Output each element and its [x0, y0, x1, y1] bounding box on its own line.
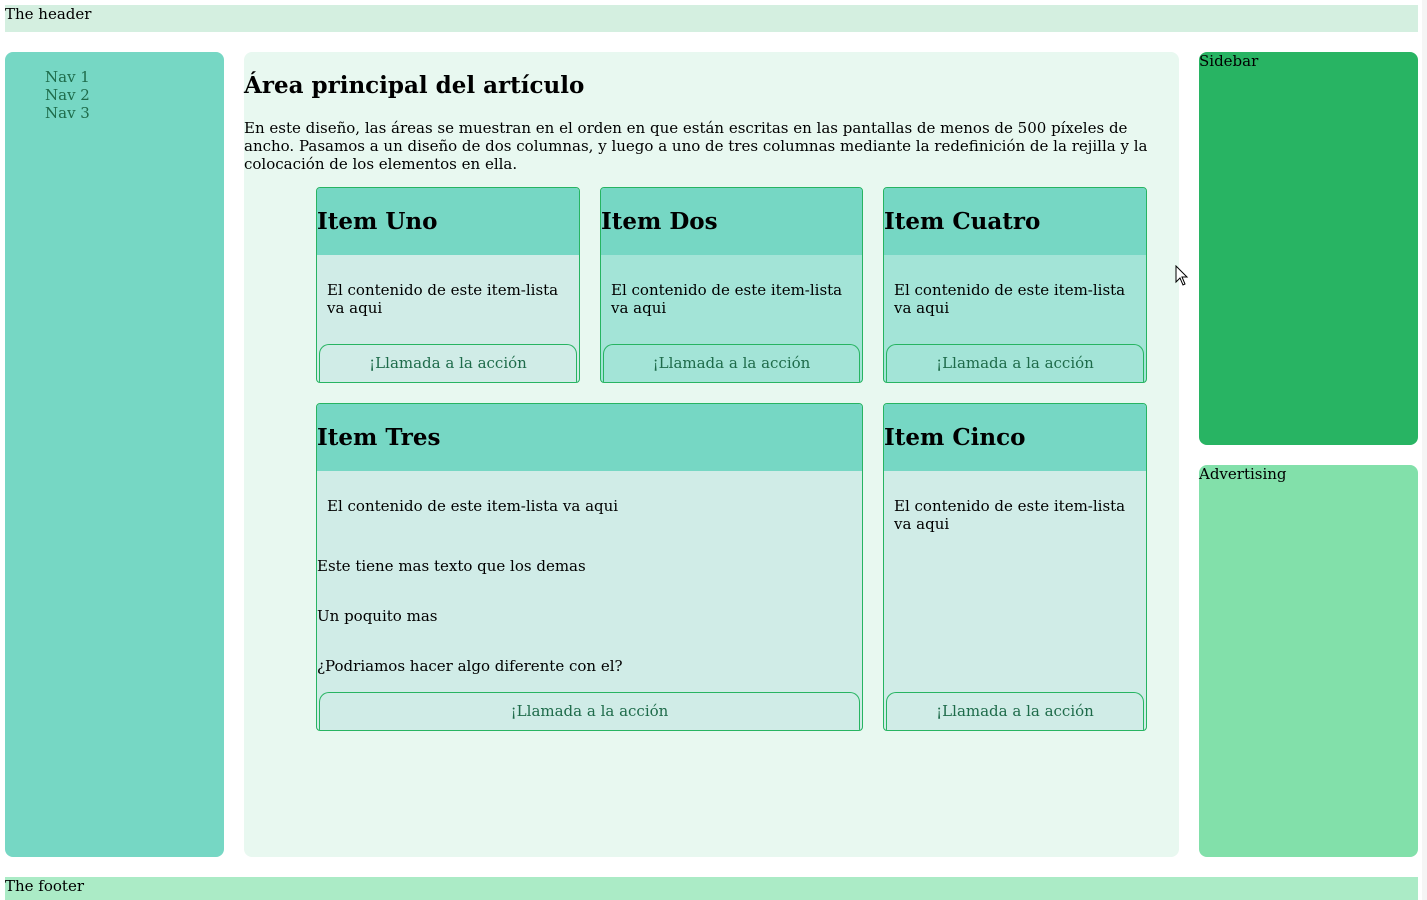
page-footer: The footer — [5, 877, 1418, 900]
call-to-action-button[interactable]: ¡Llamada a la acción — [319, 692, 860, 730]
card-body: El contenido de este item-lista va aqui — [894, 281, 1126, 317]
card-header: Item Cinco — [884, 404, 1146, 471]
sidebar: Sidebar — [1199, 52, 1418, 445]
card-title: Item Tres — [317, 424, 441, 451]
card-title: Item Uno — [317, 208, 438, 235]
card-extra-text: Este tiene mas texto que los demas — [317, 557, 586, 575]
advertising-label: Advertising — [1199, 465, 1287, 483]
card-item-cinco: Item Cinco El contenido de este item-lis… — [883, 403, 1147, 731]
call-to-action-button[interactable]: ¡Llamada a la acción — [886, 692, 1144, 730]
article-area: Área principal del artículo En este dise… — [244, 52, 1179, 857]
card-body: El contenido de este item-lista va aqui — [611, 281, 843, 317]
header-label: The header — [5, 5, 92, 23]
advertising-panel: Advertising — [1199, 465, 1418, 857]
card-title: Item Dos — [601, 208, 718, 235]
article-title: Área principal del artículo — [244, 72, 585, 99]
call-to-action-button[interactable]: ¡Llamada a la acción — [603, 344, 860, 382]
card-body: El contenido de este item-lista va aqui — [327, 281, 559, 317]
main-nav: Nav 1 Nav 2 Nav 3 — [5, 52, 224, 857]
page-header: The header — [5, 5, 1418, 32]
card-item-tres: Item Tres El contenido de este item-list… — [316, 403, 863, 731]
card-header: Item Dos — [601, 188, 862, 255]
nav-item-3[interactable]: Nav 3 — [45, 104, 224, 122]
card-body: El contenido de este item-lista va aqui — [327, 497, 619, 515]
card-extra-text: Un poquito mas — [317, 607, 438, 625]
card-title: Item Cuatro — [884, 208, 1041, 235]
call-to-action-button[interactable]: ¡Llamada a la acción — [319, 344, 577, 382]
footer-label: The footer — [5, 877, 84, 895]
sidebar-label: Sidebar — [1199, 52, 1259, 70]
nav-list: Nav 1 Nav 2 Nav 3 — [5, 68, 224, 122]
card-header: Item Uno — [317, 188, 579, 255]
card-item-cuatro: Item Cuatro El contenido de este item-li… — [883, 187, 1147, 383]
article-intro: En este diseño, las áreas se muestran en… — [244, 119, 1148, 173]
mouse-cursor-icon — [1175, 265, 1189, 286]
nav-item-1[interactable]: Nav 1 — [45, 68, 224, 86]
card-item-dos: Item Dos El contenido de este item-lista… — [600, 187, 863, 383]
nav-item-2[interactable]: Nav 2 — [45, 86, 224, 104]
card-header: Item Cuatro — [884, 188, 1146, 255]
card-extra-text: ¿Podriamos hacer algo diferente con el? — [317, 657, 623, 675]
card-body: El contenido de este item-lista va aqui — [894, 497, 1126, 533]
call-to-action-button[interactable]: ¡Llamada a la acción — [886, 344, 1144, 382]
card-item-uno: Item Uno El contenido de este item-lista… — [316, 187, 580, 383]
vertical-scrollbar[interactable] — [1422, 0, 1427, 900]
card-header: Item Tres — [317, 404, 862, 471]
card-title: Item Cinco — [884, 424, 1026, 451]
